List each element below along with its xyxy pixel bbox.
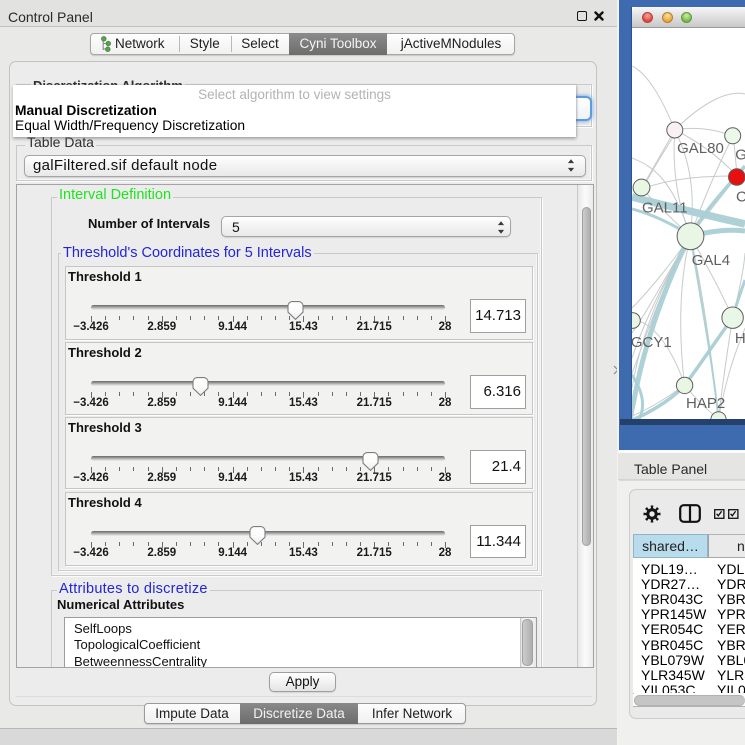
svg-text:GAL: GAL bbox=[735, 147, 745, 164]
svg-text:GAL11: GAL11 bbox=[642, 200, 688, 217]
svg-text:HAP2: HAP2 bbox=[686, 395, 725, 412]
svg-text:GAL80: GAL80 bbox=[677, 140, 724, 157]
svg-text:GAL4: GAL4 bbox=[692, 252, 730, 269]
svg-text:CR: CR bbox=[736, 189, 745, 206]
svg-text:GCY1: GCY1 bbox=[632, 334, 672, 351]
svg-text:HI: HI bbox=[735, 330, 745, 347]
